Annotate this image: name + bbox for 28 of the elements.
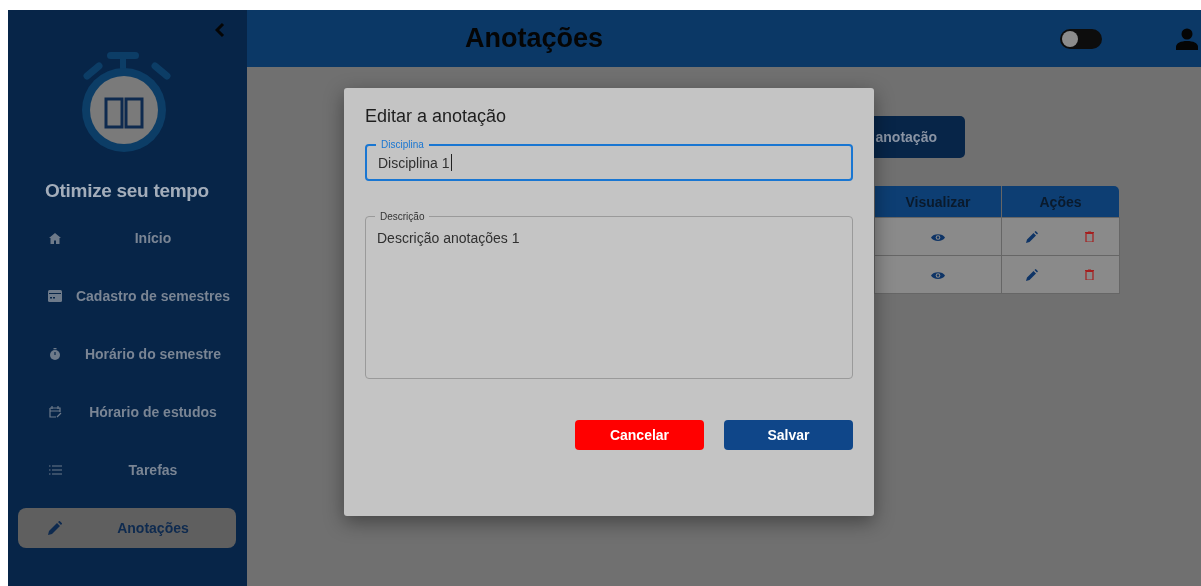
pencil-icon[interactable] <box>1026 230 1039 243</box>
sidebar-item[interactable]: Anotações <box>18 508 236 548</box>
primary-button[interactable]: Salvar <box>724 420 853 450</box>
home-icon <box>49 232 61 244</box>
card-icon <box>48 290 62 302</box>
eye-icon[interactable] <box>931 232 945 242</box>
trash-icon[interactable] <box>1085 269 1095 280</box>
trash-icon[interactable] <box>1085 231 1095 242</box>
list-icon <box>48 465 62 475</box>
sidebar-item[interactable]: Hórario de estudos <box>18 392 236 432</box>
page-title: Anotações <box>465 23 605 54</box>
stopwatch-icon <box>49 348 61 360</box>
pencil-icon[interactable] <box>1026 268 1039 281</box>
calendar-icon <box>48 406 62 418</box>
sidebar-item[interactable]: Horário do semestre <box>18 334 236 374</box>
sidebar-item[interactable]: Tarefas <box>18 450 236 490</box>
sidebar-item[interactable]: Início <box>18 218 236 258</box>
sidebar-item[interactable]: Cadastro de semestres <box>18 276 236 316</box>
pencil-icon <box>48 521 62 535</box>
text-field[interactable]: Disciplina Disciplina 1 <box>365 139 853 181</box>
dialog-title: Editar a anotação <box>365 106 508 127</box>
brand-title: Otimize seu tempo <box>44 180 210 202</box>
description-field[interactable]: Descrição Descrição anotações 1 <box>365 211 853 379</box>
cancel-button[interactable]: Cancelar <box>575 420 704 450</box>
column-header: Ações <box>1001 186 1119 218</box>
theme-toggle[interactable] <box>1060 28 1102 49</box>
column-header: Visualizar <box>874 186 1002 218</box>
eye-icon[interactable] <box>931 270 945 280</box>
